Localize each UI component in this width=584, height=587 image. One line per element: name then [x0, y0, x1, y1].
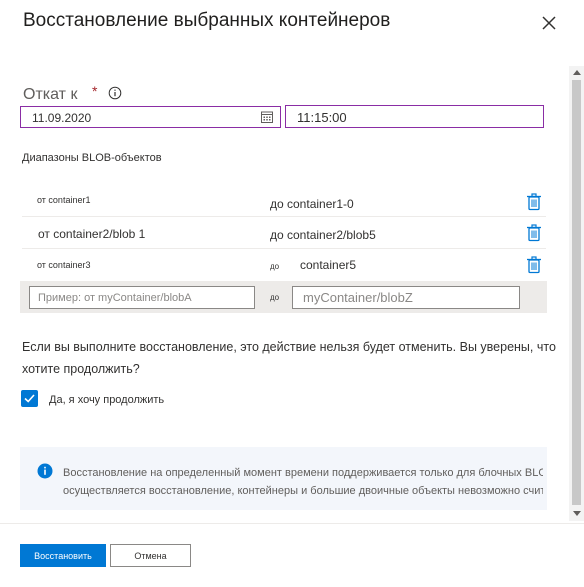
- close-icon[interactable]: [538, 12, 560, 34]
- info-icon: [37, 463, 53, 479]
- info-text: Восстановление на определенный момент вр…: [63, 464, 543, 500]
- delete-icon[interactable]: [526, 193, 542, 211]
- row-divider: [22, 248, 546, 249]
- delete-icon[interactable]: [526, 224, 542, 242]
- restore-button[interactable]: Восстановить: [20, 544, 106, 567]
- required-mark: *: [92, 83, 98, 99]
- info-text-line: осуществляется восстановление, контейнер…: [63, 485, 543, 497]
- time-value: 11:15:00: [297, 110, 347, 125]
- range-to-placeholder: myContainer/blobZ: [303, 290, 413, 305]
- scroll-up-icon[interactable]: [572, 68, 582, 76]
- blob-ranges-label: Диапазоны BLOB-объектов: [22, 152, 162, 164]
- range-from: от container2/blob 1: [38, 227, 146, 241]
- range-to-prefix: до: [270, 262, 280, 271]
- date-input[interactable]: 11.09.2020: [20, 106, 281, 128]
- range-from-input[interactable]: Пример: от myContainer/blobA: [29, 286, 255, 309]
- delete-icon[interactable]: [526, 256, 542, 274]
- range-to: до container1-0: [270, 197, 354, 211]
- range-from-placeholder: Пример: от myContainer/blobA: [38, 292, 192, 304]
- cancel-button[interactable]: Отмена: [110, 544, 191, 567]
- scrollbar-thumb[interactable]: [572, 80, 581, 505]
- calendar-icon[interactable]: [260, 110, 274, 124]
- restore-point-label: Откат к: [23, 86, 78, 103]
- confirm-question: Если вы выполните восстановление, это де…: [22, 340, 556, 376]
- date-value: 11.09.2020: [32, 111, 92, 125]
- range-to: container5: [300, 258, 357, 272]
- dialog-title: Восстановление выбранных контейнеров: [23, 10, 391, 31]
- range-from: от container1: [37, 195, 91, 205]
- scroll-down-icon[interactable]: [572, 510, 582, 518]
- confirm-checkbox[interactable]: [21, 390, 38, 407]
- row-divider: [22, 216, 546, 217]
- info-text-line: Восстановление на определенный момент вр…: [63, 467, 543, 479]
- range-to: до container2/blob5: [270, 228, 376, 242]
- range-from: от container3: [37, 260, 91, 270]
- checkmark-icon: [24, 394, 35, 403]
- confirm-checkbox-label: Да, я хочу продолжить: [49, 394, 165, 406]
- footer-divider: [0, 523, 584, 524]
- info-icon[interactable]: [108, 86, 122, 100]
- time-input[interactable]: 11:15:00: [285, 105, 544, 128]
- range-to-prefix: до: [270, 293, 280, 302]
- range-to-input[interactable]: myContainer/blobZ: [292, 286, 520, 309]
